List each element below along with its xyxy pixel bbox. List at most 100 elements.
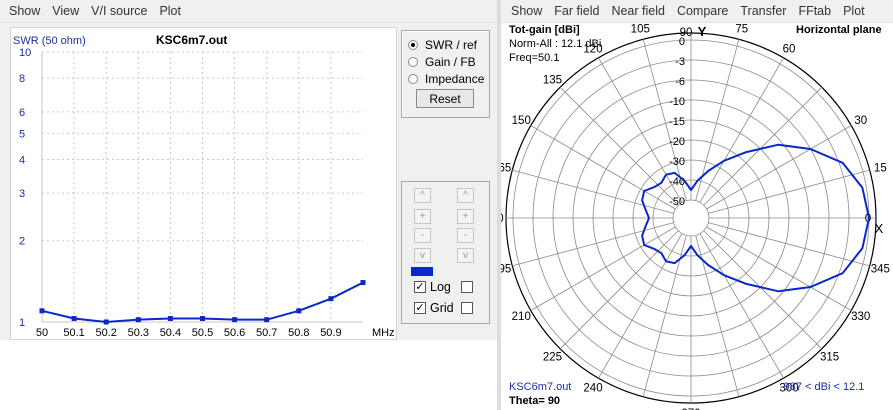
log-checkbox[interactable]: ✓ Log [414, 280, 451, 294]
swr-x-tick-label: 50.1 [63, 327, 84, 339]
grid-check-icon[interactable]: ✓ [414, 302, 426, 314]
right-plus-button[interactable]: + [457, 209, 474, 224]
polar-range: -987 < dBi < 12.1 [780, 381, 865, 393]
menu-show-ff[interactable]: Show [501, 4, 548, 18]
swr-x-tick-label: 50.5 [192, 327, 213, 339]
right-down-button[interactable]: v [457, 248, 474, 263]
swr-window: Show View V/I source Plot 10 8 6 5 4 3 2 1 50 50… [0, 0, 497, 410]
radio-impedance[interactable]: Impedance [408, 72, 484, 86]
swr-point [232, 317, 238, 323]
swr-y-tick-label: 10 [19, 47, 31, 59]
polar-angle-label: 165 [501, 162, 511, 174]
polar-angle-label: 75 [735, 24, 748, 36]
polar-spoke [530, 226, 676, 311]
menu-far-field[interactable]: Far field [548, 4, 605, 18]
polar-angle-label: 240 [583, 383, 602, 395]
polar-angle-label: 345 [871, 264, 890, 276]
polar-angle-label: 135 [543, 74, 562, 86]
radio-gain-label: Gain / FB [425, 55, 476, 69]
left-down-button[interactable]: v [414, 248, 431, 263]
swr-point [360, 280, 366, 286]
swr-x-tick-label: 50.2 [95, 327, 116, 339]
polar-plane: Horizontal plane [796, 24, 882, 36]
menu-vi-source[interactable]: V/I source [85, 4, 153, 18]
polar-angle-label: 150 [512, 115, 531, 127]
swr-point [71, 316, 77, 322]
radio-swr-indicator[interactable] [408, 40, 418, 50]
polar-spoke [699, 57, 784, 203]
polar-freq: Freq=50.1 [509, 52, 560, 64]
swr-point [200, 316, 205, 322]
menu-transfer[interactable]: Transfer [734, 4, 792, 18]
polar-title: Tot-gain [dBi] [509, 24, 580, 36]
polar-angle-label: 105 [631, 24, 650, 36]
reset-button[interactable]: Reset [416, 89, 474, 108]
right-menubar: Show Far field Near field Compare Transf… [501, 0, 893, 23]
polar-spoke [598, 233, 683, 379]
swr-x-tick-label: 50.4 [160, 327, 181, 339]
swr-point [264, 317, 270, 323]
menu-plot-ff[interactable]: Plot [837, 4, 871, 18]
polar-angle-label: 210 [512, 311, 531, 323]
polar-angle-label: 180 [501, 213, 504, 225]
swr-chart: 10 8 6 5 4 3 2 1 50 50.1 50.2 50.3 50.4 50.5 50.6 50.7… [10, 27, 397, 340]
polar-ring-label: -3 [675, 56, 685, 68]
polar-ring-label: -50 [669, 196, 685, 208]
right-up-button[interactable]: ^ [457, 188, 474, 203]
polar-angle-label: 225 [543, 352, 562, 364]
polar-spoke [706, 226, 852, 311]
menu-plot[interactable]: Plot [153, 4, 187, 18]
polar-plot: 0-3-6-10-15-20-30-40-50 9060301503453303… [501, 24, 890, 410]
left-up-button[interactable]: ^ [414, 188, 431, 203]
menu-fftab[interactable]: FFtab [792, 4, 837, 18]
right-minus-button[interactable]: - [457, 228, 474, 243]
radio-swr[interactable]: SWR / ref [408, 38, 477, 52]
radio-gain[interactable]: Gain / FB [408, 55, 476, 69]
swr-y-tick-label: 5 [19, 128, 25, 140]
swr-x-tick-label: 50.8 [288, 327, 309, 339]
swr-x-tick-label: 50.3 [128, 327, 149, 339]
grid-label: Grid [430, 301, 454, 315]
swr-x-tick-label: 50 [36, 327, 48, 339]
log-check-icon[interactable]: ✓ [414, 281, 426, 293]
swr-x-tick-label: 50.9 [320, 327, 341, 339]
swr-y-tick-label: 3 [19, 188, 25, 200]
swr-x-ticks: 50 50.1 50.2 50.3 50.4 50.5 50.6 50.7 50.8 50.9 [36, 327, 342, 339]
line-color-swatch[interactable] [411, 267, 433, 276]
swr-y-tick-label: 6 [19, 107, 25, 119]
left-plus-button[interactable]: + [414, 209, 431, 224]
swr-point [39, 308, 45, 314]
swr-x-tick-label: 50.7 [256, 327, 277, 339]
grid-checkbox[interactable]: ✓ Grid [414, 301, 454, 315]
left-minus-button[interactable]: - [414, 228, 431, 243]
polar-spoke [699, 233, 784, 379]
swr-point [328, 296, 334, 302]
log-secondary-checkbox[interactable] [461, 281, 473, 293]
radio-swr-label: SWR / ref [425, 38, 478, 52]
polar-ring-label: -6 [675, 76, 685, 88]
polar-y-axis-label: Y [698, 24, 707, 39]
radio-impedance-label: Impedance [425, 72, 485, 86]
radio-gain-indicator[interactable] [408, 57, 418, 67]
menu-near-field[interactable]: Near field [605, 4, 671, 18]
swr-point [103, 319, 109, 325]
polar-x-axis-label: X [875, 221, 884, 236]
polar-ring-label: -20 [669, 136, 685, 148]
swr-x-tick-label: 50.6 [224, 327, 245, 339]
swr-y-tick-label: 8 [19, 73, 25, 85]
swr-chart-svg: 10 8 6 5 4 3 2 1 50 50.1 50.2 50.3 50.4 50.5 50.6 50.7… [13, 33, 395, 339]
swr-y-ticks: 10 8 6 5 4 3 2 1 [19, 47, 31, 329]
polar-file: KSC6m7.out [509, 381, 572, 393]
polar-spoke [706, 125, 852, 210]
farfield-window: Show Far field Near field Compare Transf… [501, 0, 893, 410]
swr-y-tick-label: 1 [19, 317, 25, 329]
grid-secondary-checkbox[interactable] [461, 302, 473, 314]
swr-y-tick-label: 4 [19, 154, 25, 166]
menu-show[interactable]: Show [0, 4, 46, 18]
menu-compare[interactable]: Compare [671, 4, 734, 18]
radio-impedance-indicator[interactable] [408, 74, 418, 84]
swr-y-axis-label: SWR (50 ohm) [13, 35, 86, 47]
polar-angle-label: 90 [680, 27, 693, 39]
menu-view[interactable]: View [46, 4, 85, 18]
polar-ring-label: -15 [669, 116, 685, 128]
